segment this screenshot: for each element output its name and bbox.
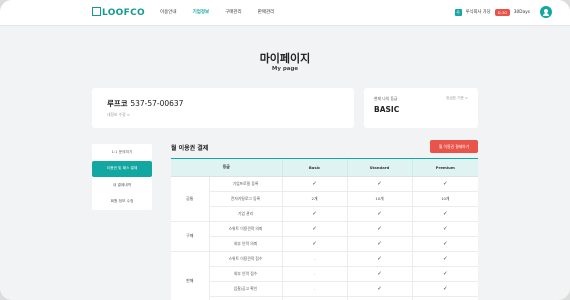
row-group-label: 공통 xyxy=(171,176,210,222)
value-cell: 10개 xyxy=(412,191,478,207)
col-header-standard: Standard xyxy=(347,159,413,177)
check-icon: ✓ xyxy=(347,176,413,192)
check-icon: ✓ xyxy=(282,221,348,237)
check-icon: ✓ xyxy=(412,281,478,297)
table-row: 구매 스위트 이용견적 의뢰 ✓ ✓ ✓ xyxy=(171,221,478,252)
company-label: 루프코 xyxy=(107,99,128,108)
table-row: 외부 인력 접수 - ✓ ✓ xyxy=(171,266,478,282)
d-day-badge: D-30 xyxy=(494,8,510,16)
check-icon: ✓ xyxy=(412,236,478,252)
check-icon: ✓ xyxy=(412,206,478,222)
check-icon: ✓ xyxy=(347,281,413,297)
days-remaining: 30Days xyxy=(513,9,530,15)
logo-text: LOOFCO xyxy=(102,8,145,18)
check-icon: ✓ xyxy=(412,251,478,267)
logo[interactable]: LOOFCO xyxy=(92,7,145,18)
nav-item-sales[interactable]: 판매관리 xyxy=(258,9,275,15)
value-cell: - xyxy=(282,296,348,300)
feature-cell: 스위트 이용견적 접수 xyxy=(209,251,283,267)
row-group-label: 판매 xyxy=(171,251,210,300)
sidebar-item-inquiry[interactable]: 1:1 문의하기 xyxy=(92,144,152,161)
feature-cell: 전자카탈로그 등록 xyxy=(209,191,283,207)
feature-cell xyxy=(209,296,283,300)
table-row: 입찰/공고 확인 - ✓ ✓ xyxy=(171,281,478,297)
company-badge: 주 xyxy=(454,8,462,16)
table-row: 전자카탈로그 등록 2개 10개 10개 xyxy=(171,191,478,207)
table-row: 판매 스위트 이용견적 접수 - ✓ ✓ xyxy=(171,251,478,300)
value-cell: 10개 xyxy=(347,191,413,207)
table-row: 공통 기업프로필 등록 ✓ ✓ ✓ xyxy=(171,176,478,222)
check-icon: ✓ xyxy=(347,266,413,282)
sidebar: 1:1 문의하기 이용권 및 패스 결제 내 결제내역 회원 정보 수정 xyxy=(92,144,152,210)
header-account: 주 루식회사 가당 D-30 30Days xyxy=(454,6,552,18)
account-card: 루프코 537-57-00637 내정보 수정 > xyxy=(92,88,354,128)
table-row: -✓✓ xyxy=(171,296,478,300)
check-icon: ✓ xyxy=(347,221,413,237)
sidebar-item-payment-history[interactable]: 내 결제내역 xyxy=(92,177,152,194)
feature-cell: 기업프로필 등록 xyxy=(209,176,283,192)
row-group-label: 구매 xyxy=(171,221,210,252)
section-title: 월 이용권 결제 xyxy=(171,145,209,152)
biz-number: 537-57-00637 xyxy=(130,99,184,108)
feature-cell: 기업 관리 xyxy=(209,206,283,222)
check-icon: ✓ xyxy=(412,221,478,237)
check-icon: ✓ xyxy=(282,176,348,192)
plan-label: 현재 나의 등급 xyxy=(374,96,398,101)
company-info: 루프코 537-57-00637 xyxy=(107,98,183,109)
main-nav: 이용안내 기업정보 구매관리 판매관리 xyxy=(160,9,274,15)
top-header: LOOFCO 이용안내 기업정보 구매관리 판매관리 주 루식회사 가당 D-3… xyxy=(0,0,570,26)
nav-item-company[interactable]: 기업정보 xyxy=(193,9,210,15)
check-icon: ✓ xyxy=(412,296,478,300)
page-subtitle: My page xyxy=(271,66,299,72)
check-icon: ✓ xyxy=(347,251,413,267)
check-icon: ✓ xyxy=(282,236,348,252)
sidebar-item-edit-member[interactable]: 회원 정보 수정 xyxy=(92,194,152,211)
company-name[interactable]: 루식회사 가당 xyxy=(466,9,491,15)
page-title: 마이페이지 xyxy=(259,52,311,65)
check-icon: ✓ xyxy=(347,206,413,222)
sidebar-item-pass-payment[interactable]: 이용권 및 패스 결제 xyxy=(92,160,152,177)
col-header-basic: Basic xyxy=(282,159,348,177)
col-header-premium: Premium xyxy=(412,159,478,177)
value-cell: - xyxy=(282,266,348,282)
check-icon: ✓ xyxy=(347,236,413,252)
check-icon: ✓ xyxy=(282,206,348,222)
table-row: 기업 관리 ✓ ✓ ✓ xyxy=(171,206,478,222)
plan-card: 현재 나의 등급 등급표 기준 > BASIC xyxy=(364,88,478,128)
nav-item-purchase[interactable]: 구매관리 xyxy=(225,9,242,15)
pay-button[interactable]: 월 이용권 결제하기 xyxy=(430,140,478,153)
nav-item-guide[interactable]: 이용안내 xyxy=(160,9,177,15)
feature-cell: 스위트 이용견적 의뢰 xyxy=(209,221,283,237)
avatar-icon[interactable] xyxy=(540,6,552,18)
col-header-grade: 등급 xyxy=(171,159,283,177)
value-cell: - xyxy=(282,281,348,297)
value-cell: 2개 xyxy=(282,191,348,207)
logo-mark-icon xyxy=(92,7,101,16)
check-icon: ✓ xyxy=(412,266,478,282)
plan-value: BASIC xyxy=(374,105,400,114)
check-icon: ✓ xyxy=(412,176,478,192)
feature-cell: 외부 인력 접수 xyxy=(209,266,283,282)
value-cell: - xyxy=(282,251,348,267)
table-row: 외부 인력 의뢰 ✓ ✓ ✓ xyxy=(171,236,478,252)
app-frame: LOOFCO 이용안내 기업정보 구매관리 판매관리 주 루식회사 가당 D-3… xyxy=(0,0,570,300)
edit-profile-link[interactable]: 내정보 수정 > xyxy=(107,112,130,118)
plan-comparison-table: 등급 Basic Standard Premium 공통 기업프로필 등록 ✓ ✓ ✓ 전… xyxy=(171,158,478,300)
plan-criteria-link[interactable]: 등급표 기준 > xyxy=(446,96,468,101)
table-header-row: 등급 Basic Standard Premium xyxy=(171,159,478,177)
check-icon: ✓ xyxy=(347,296,413,300)
feature-cell: 입찰/공고 확인 xyxy=(209,281,283,297)
feature-cell: 외부 인력 의뢰 xyxy=(209,236,283,252)
